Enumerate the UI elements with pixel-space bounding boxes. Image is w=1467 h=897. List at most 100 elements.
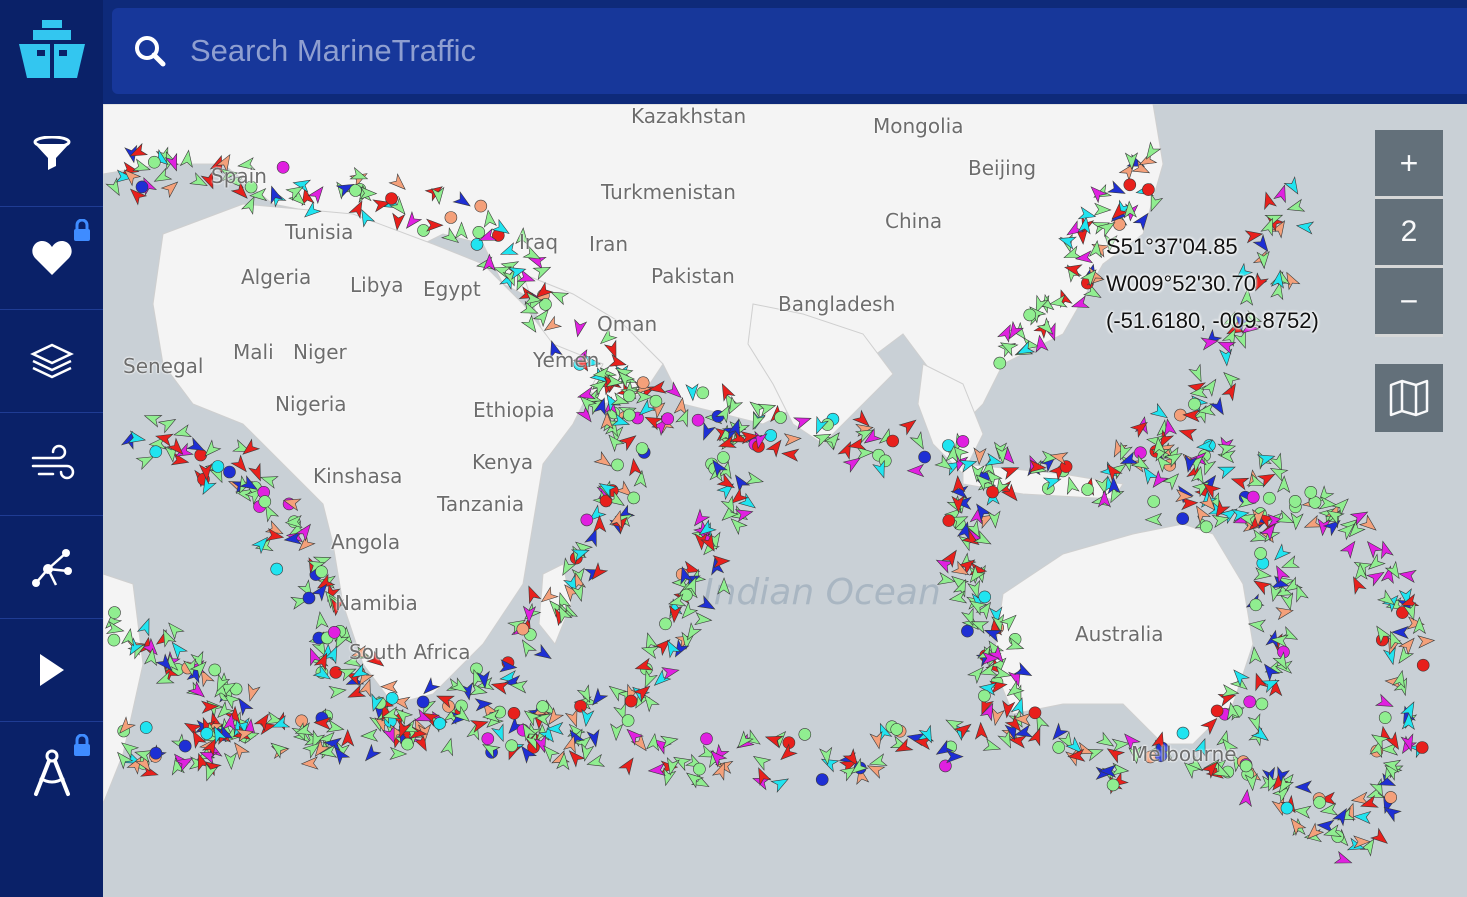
vessel-marker[interactable] <box>1378 711 1392 725</box>
vessel-marker[interactable] <box>149 746 163 760</box>
vessel-marker[interactable] <box>956 435 970 448</box>
vessel-marker[interactable] <box>696 386 710 400</box>
vessel-marker[interactable] <box>1304 485 1318 499</box>
vessel-marker[interactable] <box>416 695 430 709</box>
vessel-marker[interactable] <box>328 625 341 639</box>
zoom-out-button[interactable]: − <box>1375 268 1443 337</box>
vessel-marker[interactable] <box>385 192 398 205</box>
vessel-marker[interactable] <box>108 606 121 619</box>
vessel-marker[interactable] <box>178 739 192 753</box>
vessel-marker[interactable] <box>258 495 272 508</box>
vessel-marker[interactable] <box>627 491 641 505</box>
vessel-marker[interactable] <box>978 590 992 604</box>
vessel-marker[interactable] <box>1023 308 1037 322</box>
vessel-marker[interactable] <box>1288 494 1302 508</box>
vessel-marker[interactable] <box>107 633 121 647</box>
vessel-marker[interactable] <box>1249 598 1263 612</box>
vessel-marker[interactable] <box>890 723 904 736</box>
vessel-marker[interactable] <box>135 180 149 194</box>
vessel-marker[interactable] <box>621 714 635 727</box>
vessel-marker[interactable] <box>624 694 638 708</box>
vessel-marker[interactable] <box>1255 697 1269 711</box>
sidebar-item-favorites[interactable] <box>0 207 103 310</box>
vessel-marker[interactable] <box>1200 520 1213 534</box>
vessel-marker[interactable] <box>700 732 713 746</box>
vessel-marker[interactable] <box>1243 695 1256 709</box>
vessel-marker[interactable] <box>200 727 214 740</box>
vessel-marker[interactable] <box>622 389 636 403</box>
vessel-marker[interactable] <box>1263 491 1276 505</box>
vessel-marker[interactable] <box>147 155 161 169</box>
vessel-marker[interactable] <box>693 762 706 776</box>
vessel-marker[interactable] <box>536 700 549 713</box>
zoom-in-button[interactable]: + <box>1375 130 1443 199</box>
vessel-marker[interactable] <box>507 706 521 720</box>
sidebar-item-routes[interactable] <box>0 516 103 619</box>
sidebar-item-filters[interactable] <box>0 104 103 207</box>
vessel-marker[interactable] <box>1280 801 1294 815</box>
vessel-marker[interactable] <box>978 689 991 703</box>
vessel-marker[interactable] <box>223 465 236 479</box>
vessel-marker[interactable] <box>315 565 328 579</box>
vessel-marker[interactable] <box>329 666 343 679</box>
vessel-marker[interactable] <box>1210 704 1224 718</box>
vessel-marker[interactable] <box>149 445 163 459</box>
vessel-marker[interactable] <box>622 408 636 422</box>
vessel-marker[interactable] <box>481 732 495 746</box>
vessel-marker[interactable] <box>1254 547 1267 560</box>
search-icon[interactable] <box>130 31 170 71</box>
vessel-marker[interactable] <box>798 728 812 741</box>
vessel-marker[interactable] <box>1416 658 1430 672</box>
vessel-marker[interactable] <box>1028 706 1042 720</box>
search-input[interactable] <box>188 32 1292 70</box>
vessel-marker[interactable] <box>516 622 530 636</box>
vessel-marker[interactable] <box>276 160 290 174</box>
map-type-button[interactable] <box>1375 364 1443 432</box>
sidebar-item-layers[interactable] <box>0 310 103 413</box>
vessel-marker[interactable] <box>1415 741 1429 754</box>
vessel-marker[interactable] <box>1176 726 1190 740</box>
vessel-marker[interactable] <box>1188 397 1201 411</box>
vessel-marker[interactable] <box>444 211 458 224</box>
vessel-marker[interactable] <box>1106 778 1120 792</box>
vessel-marker[interactable] <box>139 721 153 734</box>
vessel-marker[interactable] <box>472 226 486 239</box>
vessel-marker[interactable] <box>717 451 730 464</box>
marinetraffic-logo[interactable] <box>0 0 103 104</box>
vessel-marker[interactable] <box>1176 512 1189 525</box>
vessel-marker[interactable] <box>661 412 675 426</box>
vessel-marker[interactable] <box>611 458 624 472</box>
vessel-marker[interactable] <box>659 617 672 631</box>
map-canvas[interactable]: Indian Ocean Kazakhstan Mongolia Beijing… <box>103 104 1467 897</box>
search-bar[interactable] <box>112 8 1467 94</box>
vessel-marker[interactable] <box>993 356 1007 370</box>
vessel-marker[interactable] <box>886 434 900 448</box>
sidebar-item-playback[interactable] <box>0 619 103 722</box>
vessel-marker[interactable] <box>580 513 594 527</box>
vessel-marker[interactable] <box>1142 183 1155 196</box>
vessel-marker[interactable] <box>211 460 225 473</box>
vessel-marker[interactable] <box>1384 791 1397 804</box>
vessel-marker[interactable] <box>636 376 650 390</box>
vessel-marker[interactable] <box>208 663 222 677</box>
vessel-marker[interactable] <box>1313 796 1326 809</box>
vessel-marker[interactable] <box>1052 741 1066 754</box>
vessel-marker[interactable] <box>774 411 787 424</box>
sidebar-item-measure[interactable] <box>0 722 103 824</box>
vessel-marker[interactable] <box>433 717 447 730</box>
vessel-marker[interactable] <box>649 394 663 408</box>
vessel-marker[interactable] <box>1247 490 1260 504</box>
vessel-marker[interactable] <box>505 739 518 753</box>
vessel-marker[interactable] <box>1147 495 1160 508</box>
vessel-marker[interactable] <box>961 624 974 638</box>
sidebar-item-weather[interactable] <box>0 413 103 516</box>
vessel-marker[interactable] <box>942 514 956 527</box>
vessel-marker[interactable] <box>986 485 999 499</box>
vessel-marker[interactable] <box>1123 178 1137 192</box>
vessel-marker[interactable] <box>270 562 283 576</box>
vessel-marker[interactable] <box>635 442 649 455</box>
vessel-marker[interactable] <box>764 429 778 442</box>
vessel-marker[interactable] <box>302 591 316 605</box>
vessel-marker[interactable] <box>1134 446 1147 460</box>
vessel-marker[interactable] <box>815 773 829 786</box>
